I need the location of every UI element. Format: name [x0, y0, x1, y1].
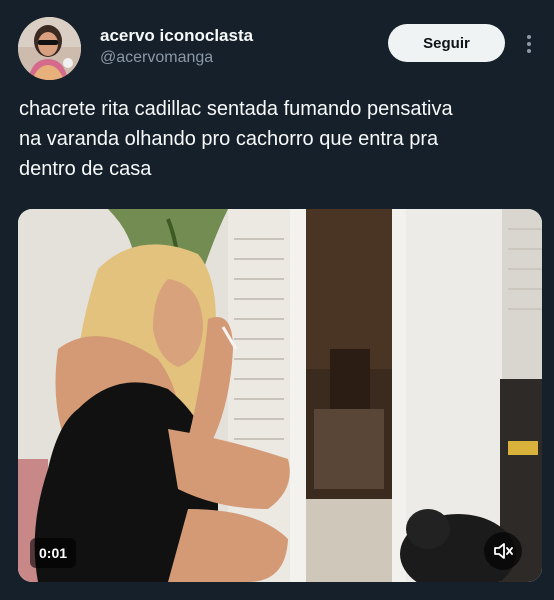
tweet-text: chacrete rita cadillac sentada fumando p…	[19, 94, 539, 184]
tweet-header: acervo iconoclasta @acervomanga Seguir	[0, 0, 554, 90]
video-frame	[18, 209, 542, 582]
more-options-icon[interactable]	[520, 30, 538, 58]
video-timestamp: 0:01	[30, 538, 77, 568]
avatar[interactable]	[18, 17, 81, 80]
author-handle[interactable]: @acervomanga	[100, 47, 253, 69]
avatar-photo-icon	[18, 17, 81, 80]
author-names: acervo iconoclasta @acervomanga	[100, 26, 253, 69]
speaker-muted-icon[interactable]	[484, 532, 522, 570]
tweet-text-line: na varanda olhando pro cachorro que entr…	[19, 128, 439, 150]
author-display-name[interactable]: acervo iconoclasta	[100, 26, 253, 46]
tweet-text-line: chacrete rita cadillac sentada fumando p…	[19, 98, 453, 120]
tweet-video[interactable]	[18, 209, 542, 582]
speaker-muted-glyph	[494, 543, 513, 559]
tweet-text-line: dentro de casa	[19, 158, 152, 180]
follow-button[interactable]: Seguir	[388, 24, 505, 62]
